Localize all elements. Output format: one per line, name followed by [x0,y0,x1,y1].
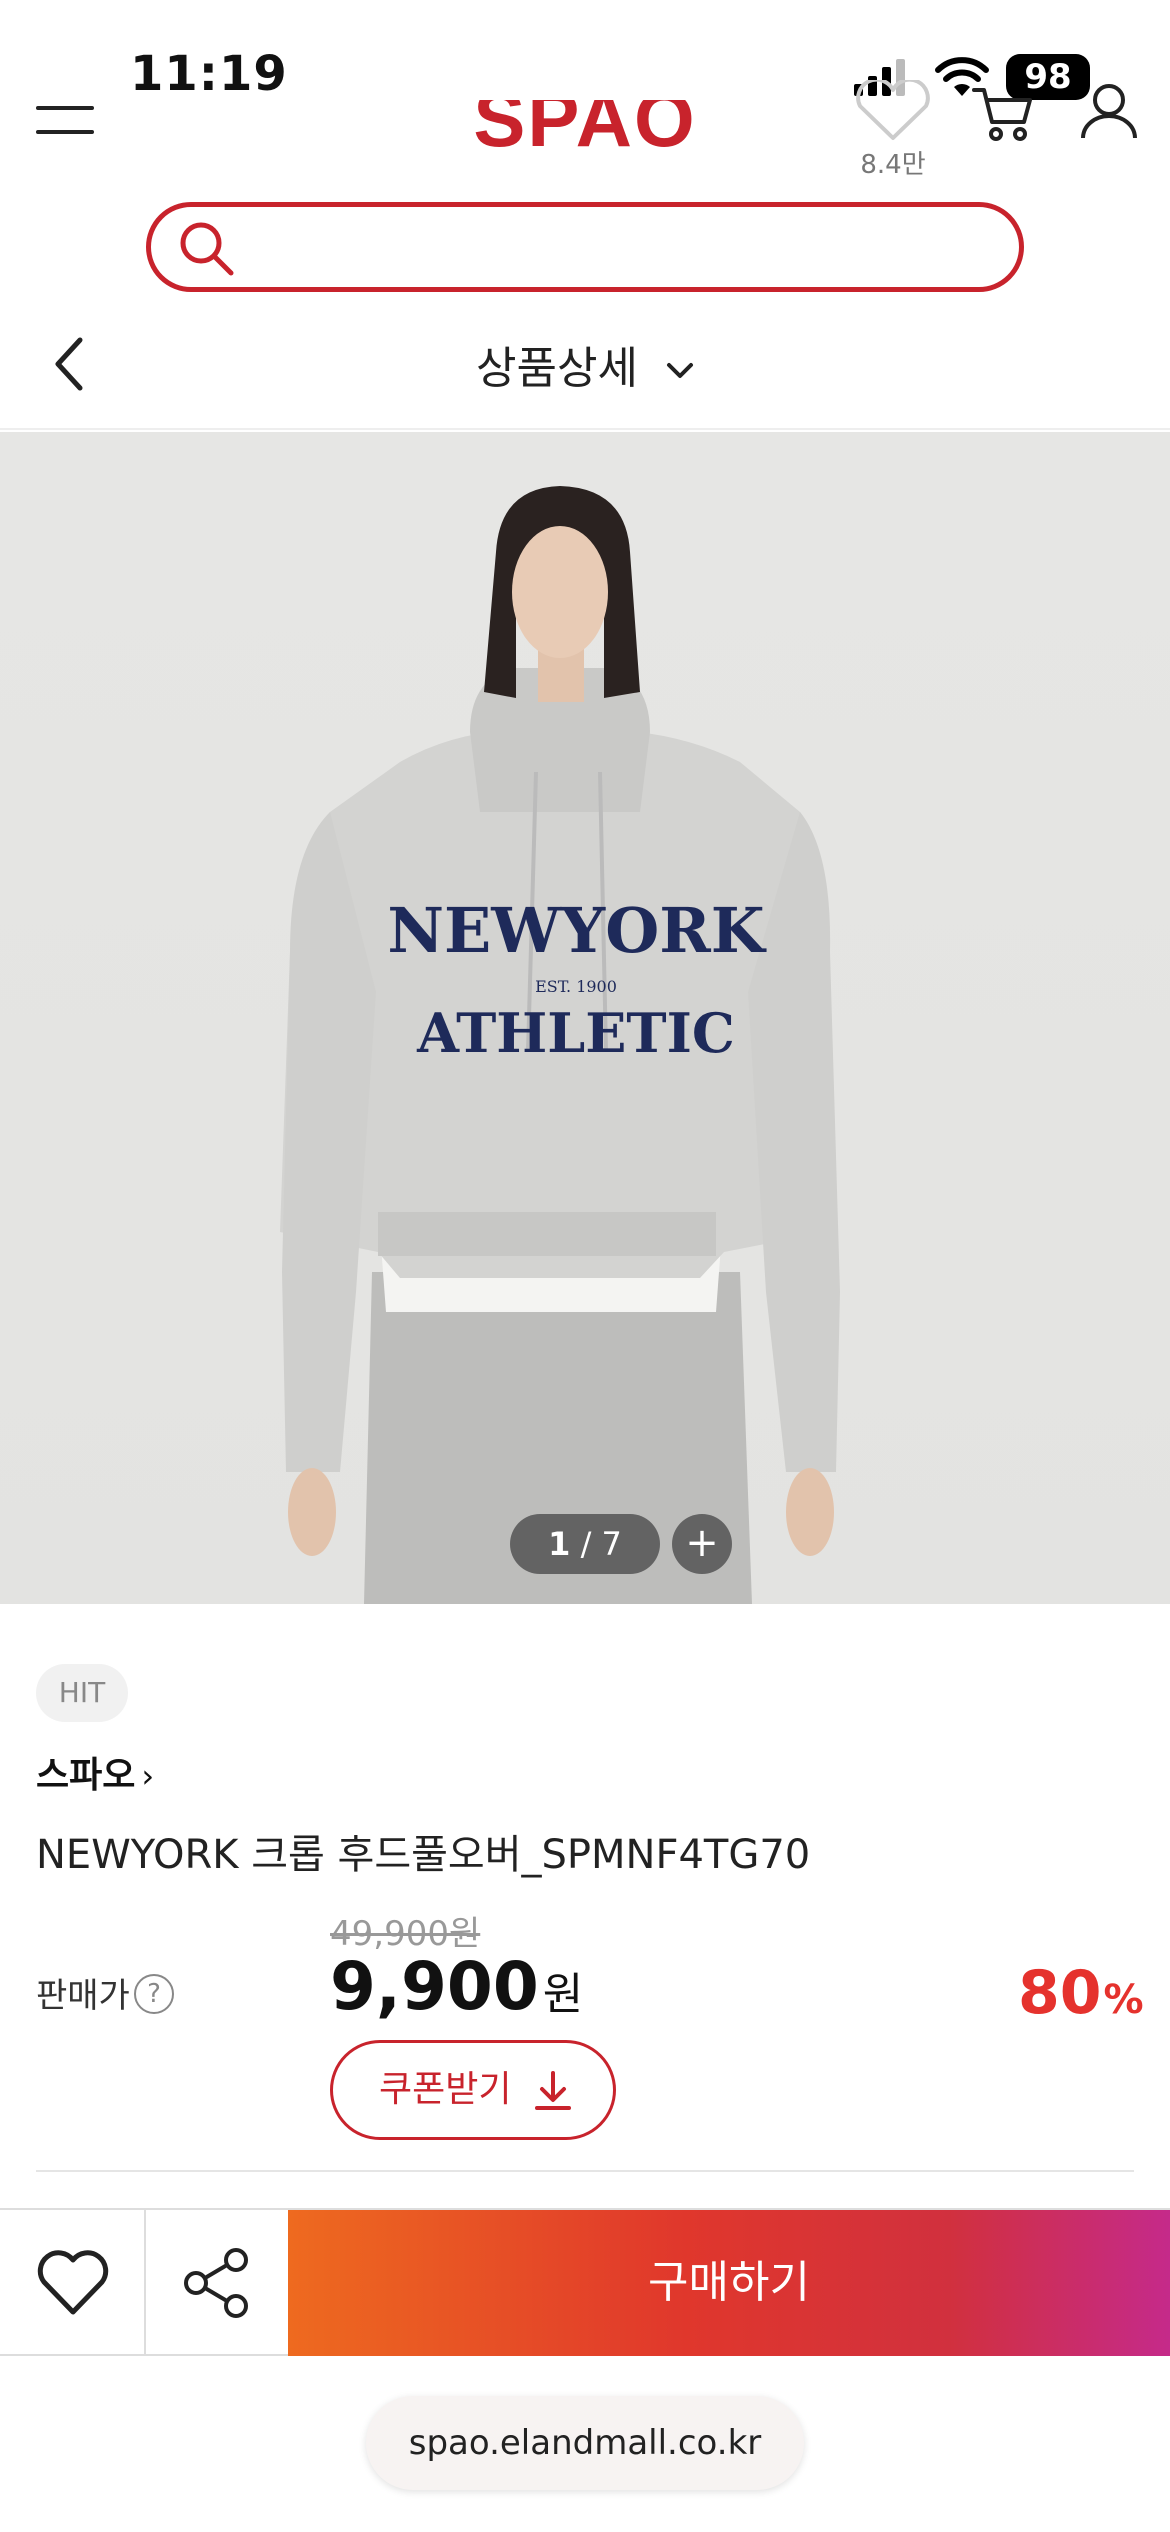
zoom-plus-button[interactable]: + [672,1514,732,1574]
search-bar[interactable] [146,202,1024,292]
svg-text:NEWYORK: NEWYORK [387,894,766,967]
product-name: NEWYORK 크롭 후드풀오버_SPMNF4TG70 [36,1832,811,1878]
bottom-action-bar: 구매하기 [0,2208,1170,2356]
heart-icon [856,77,930,140]
discount-unit: % [1103,1977,1144,2023]
brand-link[interactable]: 스파오 › [36,1746,154,1798]
coupon-button[interactable]: 쿠폰받기 [330,2040,616,2140]
hamburger-menu-icon[interactable] [36,106,94,140]
wish-count: 8.4만 [860,150,926,180]
help-icon[interactable]: ? [134,1974,174,2014]
page-title-text: 상품상세 [476,343,638,394]
share-icon [184,2248,248,2318]
pager-current: 1 [548,1525,571,1563]
product-image[interactable]: NEWYORK EST. 1900 ATHLETIC [0,432,1170,1604]
coupon-label: 쿠폰받기 [379,2069,512,2110]
share-button[interactable] [146,2210,288,2356]
download-icon [535,2071,571,2110]
svg-text:EST. 1900: EST. 1900 [535,977,617,996]
spao-logo[interactable]: SPAO [464,66,706,154]
product-photo-model: NEWYORK EST. 1900 ATHLETIC [280,486,840,1604]
page-title[interactable]: 상품상세 [0,332,1170,396]
brand-name: 스파오 [36,1755,136,1796]
cart-icon[interactable] [972,84,1034,144]
image-pager: 1 / 7 [510,1514,660,1574]
buy-button[interactable]: 구매하기 [288,2210,1170,2356]
pager-total: / 7 [580,1525,622,1563]
sale-price-value: 9,900 [330,1948,539,2025]
sale-price: 9,900원 [330,1948,583,2025]
status-time: 11:19 [130,46,288,102]
price-label: 판매가 [36,1976,130,2016]
currency-unit: 원 [542,1969,584,2020]
chevron-down-icon [666,363,693,378]
hit-badge: HIT [36,1664,128,1722]
discount-value: 80 [1018,1958,1102,2028]
divider [36,2170,1134,2172]
search-input[interactable] [251,221,991,273]
heart-icon [37,2250,109,2315]
svg-text:ATHLETIC: ATHLETIC [416,1001,735,1065]
page-subheader: 상품상세 [0,310,1170,430]
browser-url-bar[interactable]: spao.elandmall.co.kr [366,2396,804,2490]
header-wishlist[interactable]: 8.4만 [852,77,934,180]
search-icon[interactable] [177,219,237,279]
discount-rate: 80% [1018,1958,1144,2028]
chevron-right-icon: › [141,1757,155,1795]
wishlist-button[interactable] [0,2210,146,2356]
user-icon[interactable] [1080,82,1138,140]
